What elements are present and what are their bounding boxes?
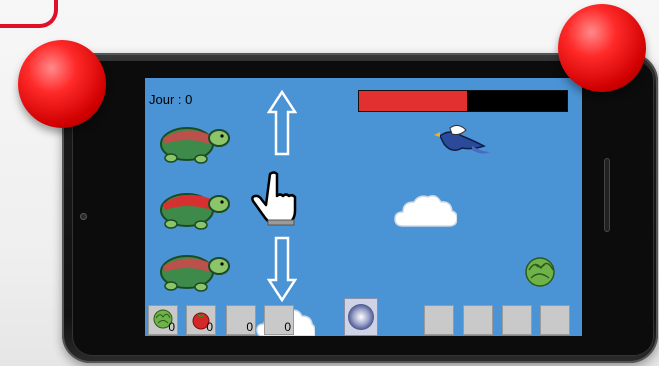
inventory-slot-4[interactable]: 0 (264, 305, 294, 335)
inventory-slot-lettuce[interactable]: 0 (148, 305, 178, 335)
phone-camera (80, 213, 87, 220)
slot-count: 0 (284, 320, 291, 334)
lettuce-icon[interactable] (521, 254, 559, 288)
right-joystick-button[interactable] (558, 4, 646, 92)
arrow-up-icon[interactable] (267, 90, 297, 156)
game-screen[interactable]: Jour : 0 0 0 0 0 (145, 78, 582, 336)
cloud-icon (394, 195, 457, 227)
turtle-2 (160, 193, 230, 230)
inventory-slot-right-1[interactable] (424, 305, 454, 335)
inventory-slot-3[interactable]: 0 (226, 305, 256, 335)
inventory-slot-tomato[interactable]: 0 (186, 305, 216, 335)
inventory-slot-right-2[interactable] (463, 305, 493, 335)
hand-pointer-icon (251, 171, 297, 226)
turtle-1 (160, 127, 230, 164)
corner-logo-mark (0, 0, 58, 28)
center-action-slot[interactable] (344, 298, 378, 336)
phone-speaker (604, 158, 610, 232)
orb-icon (348, 304, 374, 330)
turtle-3 (160, 255, 230, 292)
arrow-down-icon[interactable] (267, 236, 297, 302)
health-bar-fill (359, 91, 468, 111)
health-bar (358, 90, 568, 112)
slot-count: 0 (168, 320, 175, 334)
inventory-slot-right-4[interactable] (540, 305, 570, 335)
day-counter: Jour : 0 (149, 92, 193, 107)
eagle-icon (434, 124, 490, 154)
slot-count: 0 (206, 320, 213, 334)
slot-count: 0 (246, 320, 253, 334)
left-joystick-button[interactable] (18, 40, 106, 128)
inventory-slot-right-3[interactable] (502, 305, 532, 335)
